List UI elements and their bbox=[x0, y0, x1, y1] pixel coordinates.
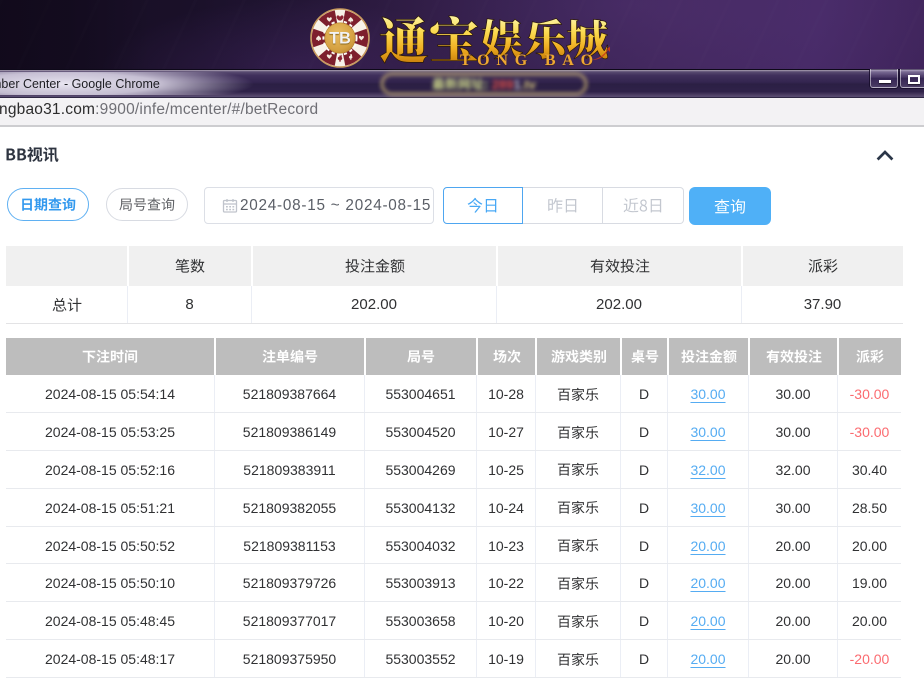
svg-text:TB: TB bbox=[329, 30, 351, 48]
